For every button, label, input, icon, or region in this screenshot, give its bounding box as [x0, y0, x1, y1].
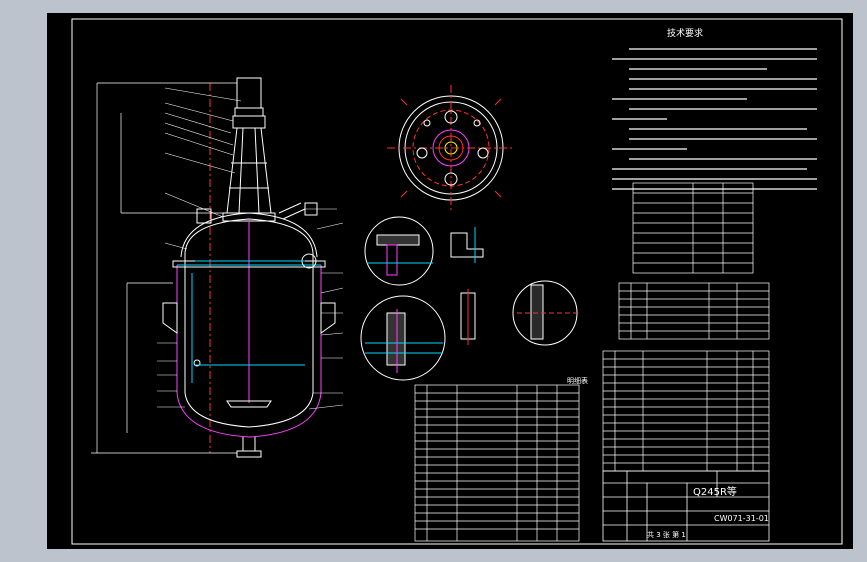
material-text: Q245R等 — [693, 485, 737, 498]
reactor-drawing: 技术要求 明细表 Q245R等 CW071-31-01 共 3 张 第 1 — [71, 18, 843, 545]
motor-housing — [236, 77, 262, 109]
nozzle-table — [618, 282, 770, 340]
title-block — [602, 470, 770, 542]
drawing-number: CW071-31-01 — [714, 514, 769, 523]
cad-viewer: 技术要求 明细表 Q245R等 CW071-31-01 共 3 张 第 1 — [0, 0, 867, 562]
parts-list-table-right — [602, 350, 770, 472]
parts-list-table — [414, 384, 580, 542]
drawing-sheet: 技术要求 明细表 Q245R等 CW071-31-01 共 3 张 第 1 — [47, 13, 853, 549]
detail-views — [360, 216, 578, 381]
technical-requirements-heading: 技术要求 — [667, 27, 703, 39]
vessel-elevation — [162, 77, 336, 458]
left-dimensions — [91, 82, 237, 454]
vessel-plan-view — [387, 85, 515, 211]
sheet-label: 共 3 张 第 1 — [647, 530, 686, 539]
parts-table-heading: 明细表 — [567, 376, 588, 385]
technical-requirements-lines — [612, 48, 817, 190]
design-data-table — [632, 182, 754, 274]
